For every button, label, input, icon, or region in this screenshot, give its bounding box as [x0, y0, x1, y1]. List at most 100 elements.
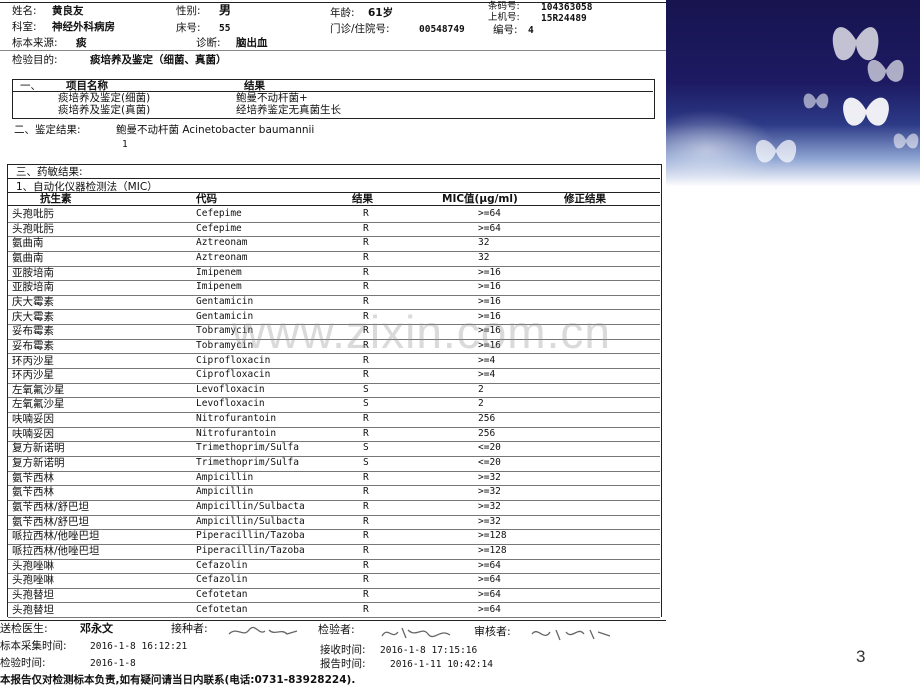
reviewer-label: 审核者:	[474, 625, 511, 638]
table-row: 头孢唑啉 Cefazolin R >=64	[8, 573, 660, 589]
mic-value: >=128	[478, 530, 507, 542]
mic-value: >=64	[478, 588, 501, 600]
mic-value: 256	[478, 427, 496, 439]
col-corrected: 修正结果	[564, 193, 606, 205]
col-result: 结果	[352, 193, 373, 205]
sex-label: 性别:	[176, 5, 201, 17]
result-value: R	[363, 427, 369, 439]
antibiotic-name: 左氧氟沙星	[12, 383, 65, 396]
col-mic: MIC值(μg/ml)	[442, 193, 518, 205]
section3-title-line	[8, 178, 660, 179]
result-value: R	[363, 574, 369, 586]
table-row: 头孢替坦 Cefotetan R >=64	[8, 603, 660, 619]
result-value: R	[363, 369, 369, 381]
antibiotic-name: 哌拉西林/他唑巴坦	[12, 544, 100, 557]
footer-top-line	[0, 620, 666, 621]
section1-result-1: 鲍曼不动杆菌+	[236, 92, 308, 104]
result-value: R	[363, 544, 369, 556]
table-row: 复方新诺明 Trimethoprim/Sulfa S <=20	[8, 441, 660, 457]
table-row: 亚胺培南 Imipenem R >=16	[8, 266, 660, 282]
test-time: 2016-1-8	[90, 658, 136, 669]
butterfly-graphic	[666, 27, 919, 190]
result-value: R	[363, 413, 369, 425]
table-row: 呋喃妥因 Nitrofurantoin R 256	[8, 427, 660, 443]
antibiotic-code: Aztreonam	[196, 237, 248, 249]
section1-result-2: 经培养鉴定无真菌生长	[236, 104, 341, 116]
antibiotic-name: 环丙沙星	[12, 369, 54, 382]
antibiotic-name: 头孢唑啉	[12, 559, 54, 572]
number-label: 编号:	[493, 24, 518, 36]
antibiotic-name: 妥布霉素	[12, 339, 54, 352]
patient-sex: 男	[219, 3, 232, 17]
receive-time-label: 接收时间:	[320, 644, 366, 656]
mic-value: 2	[478, 398, 484, 410]
antibiotic-code: Cefepime	[196, 222, 242, 234]
antibiotic-name: 氨曲南	[12, 251, 44, 264]
doctor-name: 邓永文	[80, 622, 113, 635]
antibiotic-code: Ciprofloxacin	[196, 369, 271, 381]
mic-value: >=64	[478, 574, 501, 586]
mic-value: >=32	[478, 471, 501, 483]
section1-item-2: 痰培养及鉴定(真菌)	[58, 104, 151, 116]
section2-result: 鲍曼不动杆菌 Acinetobacter baumannii	[116, 124, 315, 136]
table-row: 哌拉西林/他唑巴坦 Piperacillin/Tazoba R >=128	[8, 529, 660, 545]
antibiotic-name: 亚胺培南	[12, 266, 54, 279]
antibiotic-name: 庆大霉素	[12, 295, 54, 308]
mic-value: >=64	[478, 603, 501, 615]
sample-time: 2016-1-8 16:12:21	[90, 641, 188, 652]
antibiotic-name: 呋喃妥因	[12, 413, 54, 426]
disclaimer: 本报告仅对检测标本负责,如有疑问请当日内联系(电话:0731-83928224)…	[0, 674, 356, 686]
result-value: R	[363, 486, 369, 498]
clinic-label: 门诊/住院号:	[330, 23, 390, 35]
antibiotic-name: 亚胺培南	[12, 281, 54, 294]
tester-signature	[381, 627, 451, 639]
antibiotic-name: 氨苄西林/舒巴坦	[12, 515, 90, 528]
antibiotic-name: 庆大霉素	[12, 310, 54, 323]
antibiotic-code: Trimethoprim/Sulfa	[196, 442, 299, 454]
table-row: 呋喃妥因 Nitrofurantoin R 256	[8, 412, 660, 428]
antibiotic-name: 氨苄西林/舒巴坦	[12, 501, 90, 513]
result-value: R	[363, 501, 369, 512]
result-value: R	[363, 559, 369, 571]
page-number: 3	[856, 647, 866, 666]
antibiotic-code: Ampicillin/Sulbacta	[196, 515, 305, 527]
specimen-label: 标本来源:	[12, 37, 58, 49]
antibiotic-name: 氨曲南	[12, 237, 44, 250]
purpose-value: 痰培养及鉴定（细菌、真菌）	[90, 54, 227, 66]
antibiotic-code: Imipenem	[196, 281, 242, 293]
antibiotic-code: Piperacillin/Tazoba	[196, 530, 305, 542]
table-row: 亚胺培南 Imipenem R >=16	[8, 280, 660, 296]
sample-time-label: 标本采集时间:	[0, 640, 67, 652]
table-header-line	[8, 205, 660, 206]
antibiotic-code: Cefazolin	[196, 574, 248, 586]
antibiotic-name: 氨苄西林	[12, 471, 54, 484]
receiver-label: 接种者:	[171, 622, 208, 635]
test-time-label: 检验时间:	[0, 657, 46, 669]
report-time-label: 报告时间:	[320, 658, 366, 670]
table-row: 头孢吡肟 Cefepime R >=64	[8, 207, 660, 223]
dept-value: 神经外科病房	[52, 21, 115, 33]
diagnosis-value: 脑出血	[236, 37, 268, 49]
specimen-value: 痰	[76, 37, 87, 49]
table-row: 氨苄西林 Ampicillin R >=32	[8, 485, 660, 501]
mic-value: >=16	[478, 281, 501, 293]
mic-value: 32	[478, 251, 490, 263]
antibiotic-name: 复方新诺明	[12, 457, 65, 470]
antibiotic-code: Trimethoprim/Sulfa	[196, 457, 299, 469]
table-row: 哌拉西林/他唑巴坦 Piperacillin/Tazoba R >=128	[8, 544, 660, 560]
patient-age: 61岁	[368, 7, 394, 19]
antibiotic-name: 头孢替坦	[12, 588, 54, 601]
dept-label: 科室:	[12, 21, 37, 33]
header-divider	[0, 50, 666, 51]
section1-item-1: 痰培养及鉴定(细菌)	[58, 92, 151, 104]
table-row: 头孢吡肟 Cefepime R >=64	[8, 222, 660, 238]
slide-decoration	[666, 0, 920, 690]
table-row: 氨曲南 Aztreonam R 32	[8, 251, 660, 267]
result-value: R	[363, 471, 369, 483]
mic-value: <=20	[478, 457, 501, 469]
doctor-label: 送检医生:	[0, 622, 48, 635]
machine-label: 上机号:	[488, 12, 520, 23]
antibiotic-name: 复方新诺明	[12, 442, 65, 455]
antibiotic-name: 头孢吡肟	[12, 208, 54, 220]
result-value: R	[363, 208, 369, 219]
